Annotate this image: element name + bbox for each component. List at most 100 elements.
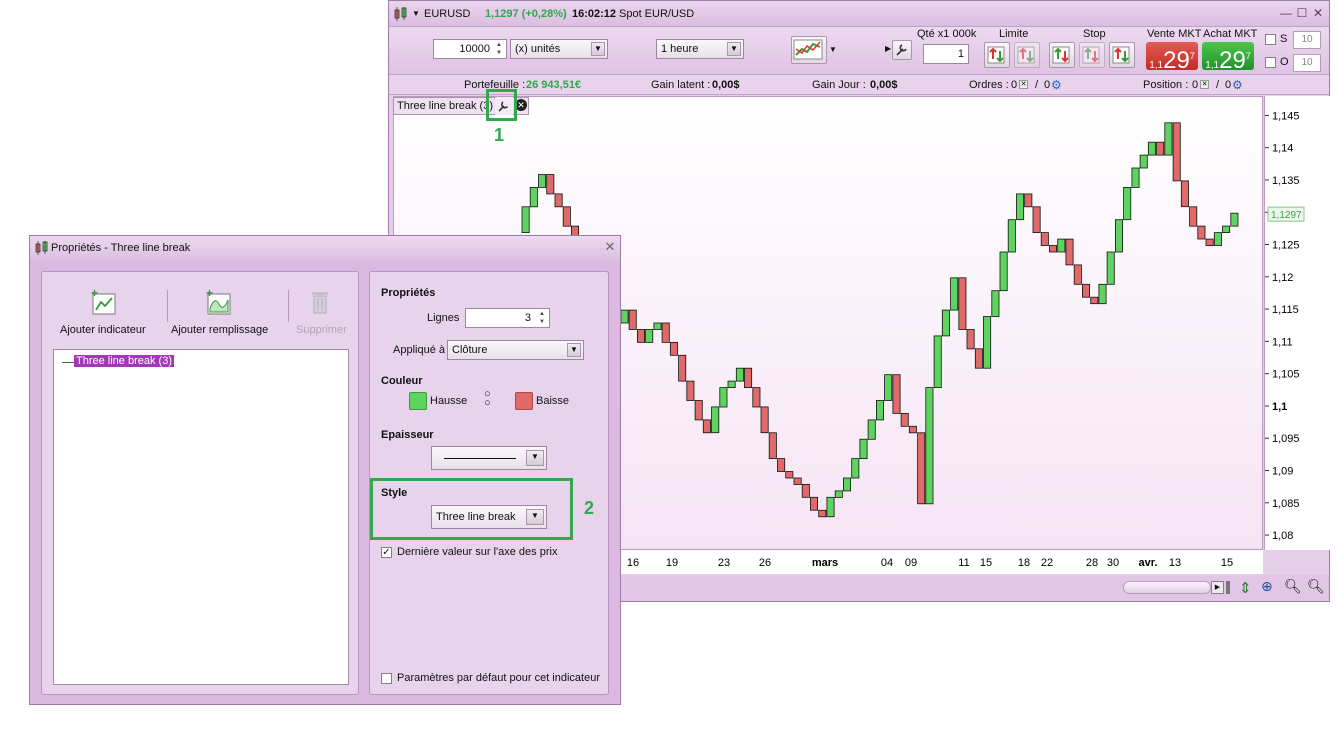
quantity-stepper[interactable]: ▲ ▼ (493, 41, 505, 57)
day-gain-value: 0,00$ (870, 79, 898, 91)
sell-limit-button[interactable] (1014, 42, 1040, 68)
stop-order-icon (1112, 46, 1130, 64)
buy-limit-button[interactable] (984, 42, 1010, 68)
indicator-list-panel: + Ajouter indicateur + Ajouter remplissa… (41, 271, 359, 695)
scroll-end-button[interactable] (1226, 581, 1230, 594)
orders-label: Ordres : (969, 79, 1009, 91)
lines-stepper[interactable]: 3 ▲ ▼ (465, 308, 550, 328)
time-tick-label: 16 (627, 557, 639, 569)
line-break-bar (661, 322, 670, 343)
close-button[interactable]: ✕ (1311, 6, 1325, 20)
sell-stop-button[interactable] (1079, 42, 1105, 68)
line-break-bar (735, 367, 744, 382)
symbol-label[interactable]: EURUSD (424, 8, 470, 20)
zoom-in-icon[interactable]: 🔍︎ (1307, 578, 1325, 595)
price-tick-label: 1,14 (1272, 143, 1293, 155)
add-fill-button[interactable]: + Ajouter remplissage (171, 288, 271, 338)
gears-icon[interactable]: ⚙ (1051, 78, 1062, 92)
sell-market-button[interactable]: 1,1297 (1146, 42, 1198, 74)
s-checkbox[interactable] (1265, 34, 1276, 45)
dialog-title: Propriétés - Three line break (51, 242, 191, 254)
down-color-swatch[interactable] (515, 392, 533, 410)
o-checkbox[interactable] (1265, 57, 1276, 68)
trading-toolbar: 10000 ▲ ▼ (x) unités ▼ 1 heure ▼ ▼ ▶ Qté … (389, 27, 1329, 75)
line-break-bar (859, 438, 868, 460)
thickness-select[interactable]: ▼ (431, 446, 547, 470)
properties-dialog: Propriétés - Three line break ✕ + Ajoute… (29, 235, 621, 705)
line-break-bar (628, 309, 637, 330)
gears-icon[interactable]: ⚙ (1232, 78, 1243, 92)
line-break-bar (1024, 193, 1033, 208)
tree-item-three-line-break[interactable]: Three line break (3) (74, 355, 174, 367)
line-break-bar (752, 387, 761, 408)
dialog-close-button[interactable]: ✕ (603, 240, 617, 254)
scroll-right-button[interactable]: ▶ (1211, 581, 1224, 594)
chart-type-arrow[interactable]: ▼ (829, 45, 837, 54)
quantity-input[interactable]: 10000 ▲ ▼ (433, 39, 507, 59)
line-break-bar (875, 400, 884, 421)
price-tick-label: 1,115 (1272, 304, 1299, 316)
line-break-bar (1090, 296, 1099, 305)
line-break-bar (851, 458, 860, 479)
stop-both-button[interactable] (1109, 42, 1135, 68)
line-break-bar (908, 425, 917, 434)
line-break-bar (686, 380, 695, 401)
line-break-bar (1032, 206, 1041, 234)
lines-stepper-arrows[interactable]: ▲ ▼ (536, 310, 548, 326)
position-count-a: 0 (1192, 79, 1199, 91)
s-input[interactable]: 10 (1293, 31, 1321, 49)
line-break-bar (727, 380, 736, 389)
chart-type-button[interactable] (791, 36, 827, 64)
horizontal-scrollbar[interactable] (1123, 581, 1211, 594)
limit-order-icon (987, 46, 1005, 64)
line-break-bar (1205, 238, 1214, 247)
stop-order-icon (1082, 46, 1100, 64)
zoom-fit-icon[interactable]: ⊕ (1261, 578, 1273, 595)
thickness-title: Epaisseur (381, 429, 434, 441)
price-change: 1,1297 (+0,28%) (485, 8, 567, 20)
maximize-button[interactable]: ☐ (1295, 6, 1309, 20)
unit-select[interactable]: (x) unités ▼ (510, 39, 608, 59)
time-tick-label: 18 (1018, 557, 1030, 569)
zoom-out-icon[interactable]: 🔍︎ (1284, 578, 1302, 595)
lines-value: 3 (524, 312, 531, 324)
buy-market-button[interactable]: 1,1297 (1202, 42, 1254, 74)
symbol-dropdown-arrow[interactable]: ▼ (412, 9, 420, 18)
price-tick-label: 1,125 (1272, 240, 1300, 252)
applied-to-select[interactable]: Clôture ▼ (447, 340, 584, 360)
indicator-tree[interactable]: Three line break (3) (53, 349, 349, 685)
limit-order-icon (1017, 46, 1035, 64)
buy-price-small: 1,1 (1205, 60, 1220, 71)
time-tick-label: 30 (1107, 557, 1119, 569)
add-indicator-button[interactable]: + Ajouter indicateur (60, 288, 148, 338)
line-break-bar (744, 367, 753, 389)
close-position-icon[interactable]: ✕ (1200, 80, 1209, 89)
auto-scale-icon[interactable]: ⇕ (1239, 579, 1252, 597)
close-orders-icon[interactable]: ✕ (1019, 80, 1028, 89)
line-break-bar (1049, 245, 1058, 253)
position-separator: / (1216, 79, 1220, 91)
link-chain-icon[interactable]: ○ ○ (484, 389, 491, 409)
minimize-button[interactable]: — (1279, 6, 1293, 20)
line-break-bar (1172, 122, 1181, 182)
delete-button[interactable]: Supprimer (292, 288, 352, 338)
buy-price-big: 29 (1219, 47, 1246, 74)
line-break-bar (1230, 212, 1239, 227)
expand-arrow-icon[interactable]: ▶ (885, 44, 891, 53)
line-thickness-preview (444, 458, 516, 459)
buy-stop-button[interactable] (1049, 42, 1075, 68)
up-color-swatch[interactable] (409, 392, 427, 410)
line-break-bar (884, 374, 893, 401)
default-params-checkbox[interactable] (381, 673, 392, 684)
settings-wrench-button[interactable] (892, 40, 912, 60)
timeframe-select[interactable]: 1 heure ▼ (656, 39, 744, 59)
stop-label: Stop (1083, 28, 1106, 40)
clock-time: 16:02:12 (572, 8, 617, 20)
qty-input[interactable]: 1 (923, 44, 969, 64)
price-axis-svg: 1,1451,141,1351,131,1251,121,1151,111,10… (1265, 110, 1305, 542)
price-axis[interactable]: 1,1451,141,1351,131,1251,121,1151,111,10… (1264, 96, 1330, 550)
o-input[interactable]: 10 (1293, 54, 1321, 72)
chevron-down-icon: ▼ (727, 42, 741, 56)
last-value-checkbox[interactable]: ✓ (381, 547, 392, 558)
line-break-bar (917, 432, 926, 505)
